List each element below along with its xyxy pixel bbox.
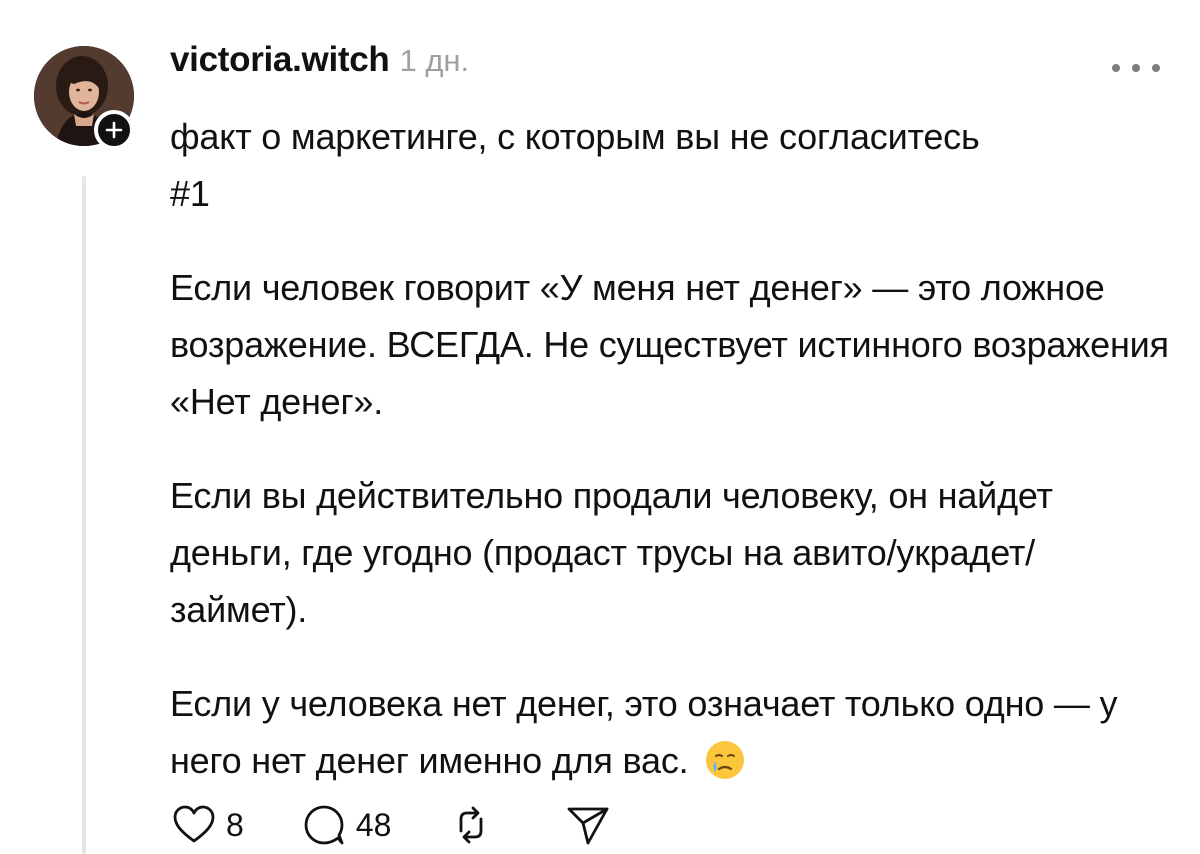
share-button[interactable] bbox=[563, 801, 611, 849]
username[interactable]: victoria.witch bbox=[170, 40, 390, 80]
comment-button[interactable]: 48 bbox=[300, 801, 392, 849]
like-count: 8 bbox=[226, 806, 244, 843]
post-title-line: факт о маркетинге, с которым вы не согла… bbox=[170, 116, 980, 157]
follow-button[interactable] bbox=[94, 110, 134, 150]
thread-line bbox=[82, 176, 86, 854]
repost-button[interactable] bbox=[447, 801, 495, 849]
comment-count: 48 bbox=[355, 806, 392, 843]
repost-icon bbox=[459, 806, 483, 844]
post-paragraph-3: Если вы действительно продали человеку, … bbox=[170, 475, 1053, 630]
post-actions: 8 48 bbox=[170, 796, 611, 854]
post-paragraph-4: Если у человека нет денег, это означает … bbox=[170, 675, 1170, 789]
heart-icon bbox=[173, 805, 215, 843]
plus-icon bbox=[105, 121, 123, 139]
send-icon bbox=[567, 807, 609, 845]
comment-icon bbox=[304, 805, 344, 845]
post-content: факт о маркетинге, с которым вы не согла… bbox=[170, 108, 1170, 826]
post-hashtag-line: #1 bbox=[170, 173, 210, 214]
like-button[interactable]: 8 bbox=[170, 801, 244, 849]
post-paragraph-4-text: Если у человека нет денег, это означает … bbox=[170, 683, 1118, 781]
post-header: victoria.witch 1 дн. bbox=[170, 40, 469, 90]
more-horizontal-icon bbox=[1112, 64, 1120, 72]
post-paragraph-2: Если человек говорит «У меня нет денег» … bbox=[170, 267, 1169, 422]
more-options-button[interactable] bbox=[1112, 58, 1160, 78]
post-paragraph-1: факт о маркетинге, с которым вы не согла… bbox=[170, 108, 1170, 222]
crying-face-emoji bbox=[706, 741, 745, 779]
post-time: 1 дн. bbox=[399, 43, 470, 78]
